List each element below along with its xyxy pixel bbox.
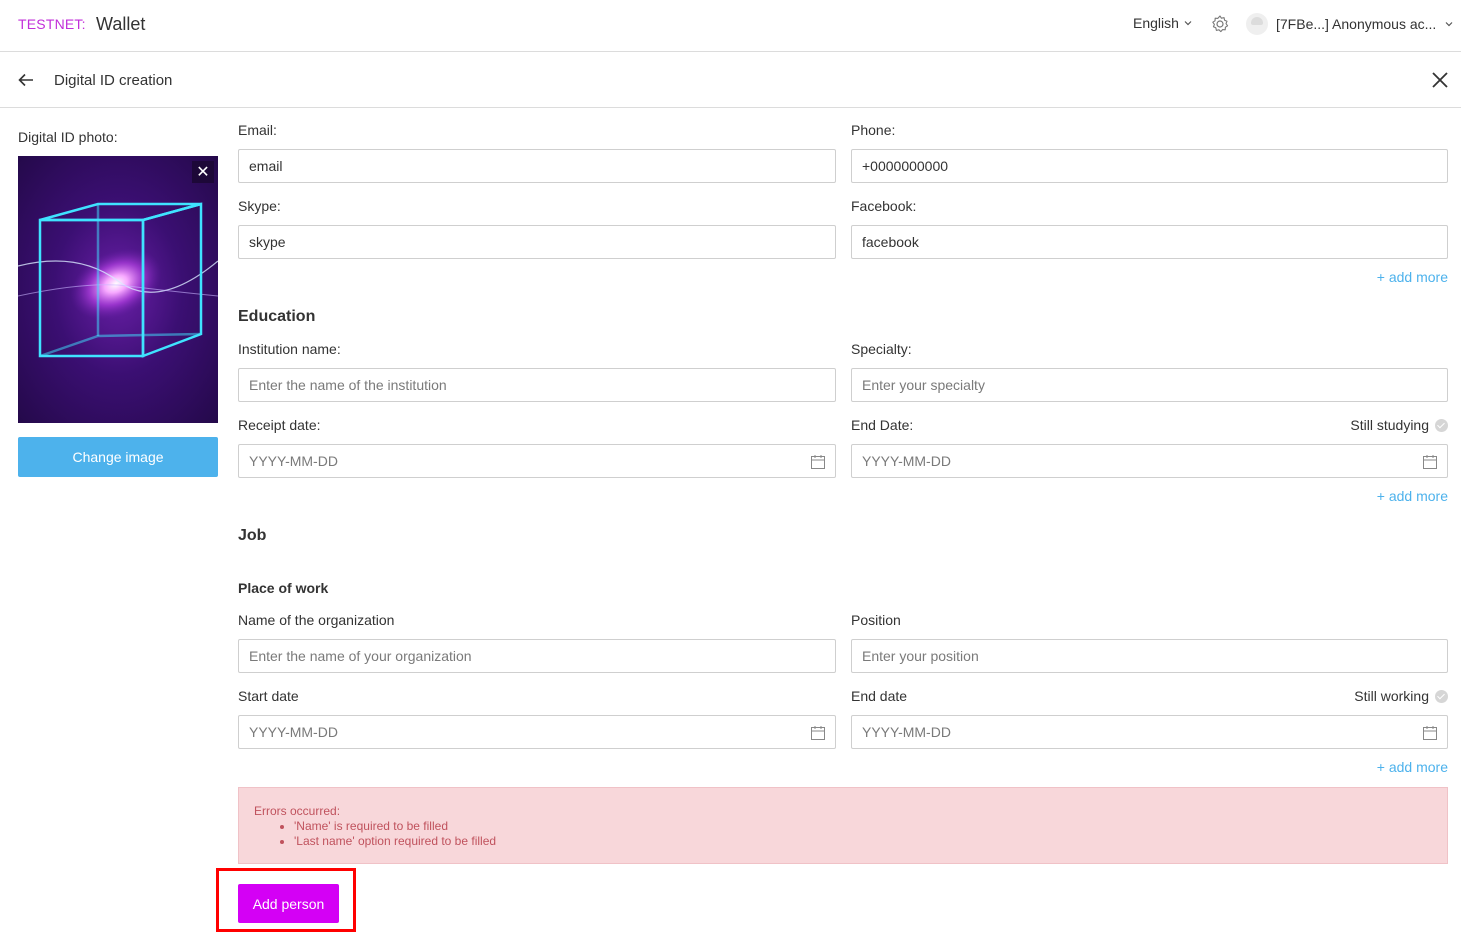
change-image-button[interactable]: Change image (18, 437, 218, 477)
email-field[interactable] (238, 149, 836, 183)
receipt-date-label: Receipt date: (238, 417, 321, 433)
job-add-more-link[interactable]: + add more (1377, 759, 1448, 775)
job-end-date-field[interactable] (851, 715, 1448, 749)
place-of-work-heading: Place of work (238, 580, 329, 596)
close-icon[interactable] (1430, 70, 1450, 90)
start-date-input[interactable] (249, 724, 825, 740)
language-label: English (1133, 15, 1179, 31)
position-field[interactable] (851, 639, 1448, 673)
gear-icon[interactable] (1210, 14, 1230, 34)
education-add-more-link[interactable]: + add more (1377, 488, 1448, 504)
network-label: TESTNET: (18, 16, 86, 32)
add-person-button[interactable]: Add person (238, 884, 339, 923)
specialty-field[interactable] (851, 368, 1448, 402)
still-studying-label: Still studying (1350, 417, 1429, 433)
account-selector[interactable]: [7FBe...] Anonymous ac... (1246, 13, 1454, 35)
institution-field[interactable] (238, 368, 836, 402)
account-label: [7FBe...] Anonymous ac... (1276, 16, 1437, 32)
still-working-toggle[interactable]: Still working (1354, 688, 1448, 704)
photo-image (18, 202, 218, 358)
education-end-date-field[interactable] (851, 444, 1448, 478)
phone-field[interactable] (851, 149, 1448, 183)
skype-label: Skype: (238, 198, 281, 214)
page-title: Digital ID creation (54, 72, 173, 89)
organization-input[interactable] (249, 648, 825, 664)
page-header: Digital ID creation (0, 52, 1461, 108)
app-title: Wallet (96, 14, 146, 34)
institution-label: Institution name: (238, 341, 341, 357)
facebook-field[interactable] (851, 225, 1448, 259)
position-input[interactable] (862, 648, 1437, 664)
skype-input[interactable] (249, 234, 825, 250)
photo-label: Digital ID photo: (18, 129, 118, 145)
receipt-date-field[interactable] (238, 444, 836, 478)
email-input[interactable] (249, 158, 825, 174)
calendar-icon[interactable] (810, 725, 826, 741)
organization-label: Name of the organization (238, 612, 395, 628)
education-heading: Education (238, 308, 316, 325)
scroll-clip (230, 109, 1461, 121)
error-list: 'Name' is required to be filled 'Last na… (294, 819, 1432, 849)
education-end-date-label: End Date: (851, 417, 914, 433)
start-date-field[interactable] (238, 715, 836, 749)
education-end-date-input[interactable] (862, 453, 1437, 469)
specialty-input[interactable] (862, 377, 1437, 393)
digital-id-photo: ✕ (18, 156, 218, 423)
start-date-label: Start date (238, 688, 299, 704)
facebook-label: Facebook: (851, 198, 917, 214)
contacts-add-more-link[interactable]: + add more (1377, 269, 1448, 285)
error-item: 'Last name' option required to be filled (294, 834, 1432, 849)
facebook-input[interactable] (862, 234, 1437, 250)
top-bar: TESTNET: Wallet English [7FBe...] Anonym… (0, 0, 1461, 52)
email-label: Email: (238, 122, 277, 138)
phone-label: Phone: (851, 122, 896, 138)
calendar-icon[interactable] (1422, 454, 1438, 470)
calendar-icon[interactable] (810, 454, 826, 470)
still-studying-toggle[interactable]: Still studying (1350, 417, 1448, 433)
error-item: 'Name' is required to be filled (294, 819, 1432, 834)
job-end-date-input[interactable] (862, 724, 1437, 740)
organization-field[interactable] (238, 639, 836, 673)
phone-input[interactable] (862, 158, 1437, 174)
chevron-down-icon (1445, 22, 1453, 27)
check-circle-icon (1435, 418, 1448, 432)
job-end-date-label: End date (851, 688, 908, 704)
skype-field[interactable] (238, 225, 836, 259)
language-selector[interactable]: English (1133, 15, 1193, 31)
institution-input[interactable] (249, 377, 825, 393)
check-circle-icon (1435, 689, 1448, 703)
remove-photo-button[interactable]: ✕ (192, 161, 214, 183)
position-label: Position (851, 612, 901, 628)
back-arrow-icon[interactable] (16, 70, 36, 90)
receipt-date-input[interactable] (249, 453, 825, 469)
job-heading: Job (238, 527, 267, 544)
avatar (1246, 13, 1268, 35)
error-title: Errors occurred: (254, 804, 341, 818)
error-alert: Errors occurred: 'Name' is required to b… (238, 787, 1448, 864)
specialty-label: Specialty: (851, 341, 912, 357)
chevron-down-icon (1184, 21, 1192, 26)
calendar-icon[interactable] (1422, 725, 1438, 741)
still-working-label: Still working (1354, 688, 1429, 704)
